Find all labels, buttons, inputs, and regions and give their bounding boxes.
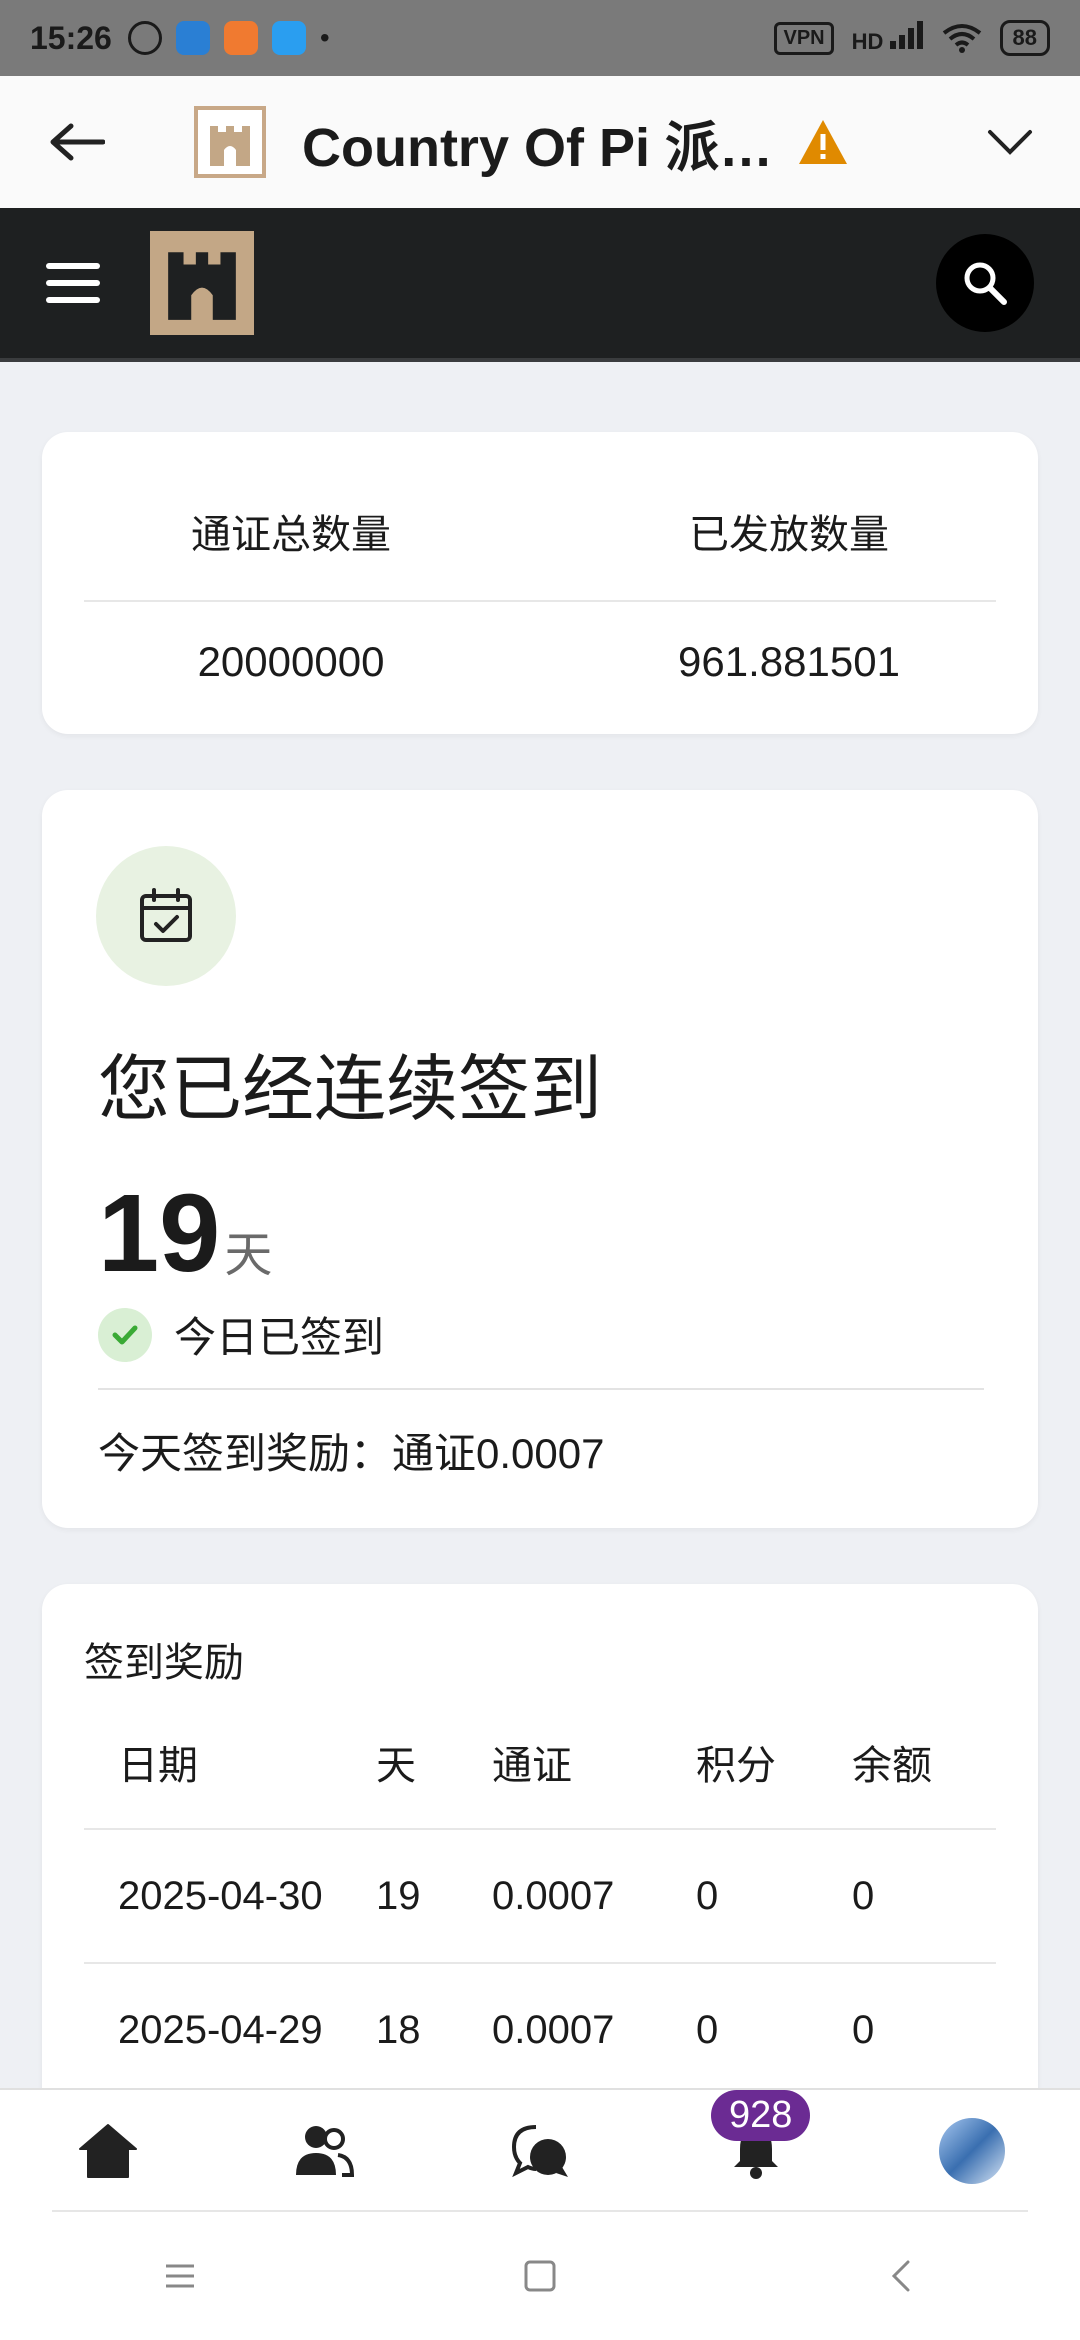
calendar-badge bbox=[96, 846, 236, 986]
back-button[interactable] bbox=[40, 105, 114, 179]
users-icon bbox=[296, 2126, 355, 2177]
table-row: 2025-04-29 18 0.0007 0 0 bbox=[84, 1964, 996, 2098]
search-button[interactable] bbox=[936, 234, 1034, 332]
square-icon bbox=[524, 2260, 556, 2292]
site-header bbox=[0, 208, 1080, 362]
menu-button[interactable] bbox=[46, 263, 100, 303]
total-tokens-value: 20000000 bbox=[197, 638, 385, 685]
home-button[interactable] bbox=[500, 2236, 580, 2316]
checkin-days: 19 天 bbox=[98, 1170, 272, 1297]
search-icon bbox=[964, 262, 1007, 305]
signal-bars-icon bbox=[889, 21, 923, 49]
menu-lines-icon bbox=[166, 2264, 194, 2288]
cell-day: 18 bbox=[376, 2007, 421, 2052]
expand-button[interactable] bbox=[980, 112, 1040, 172]
arrow-left-icon bbox=[50, 123, 105, 161]
cell-day: 19 bbox=[376, 1873, 421, 1918]
castle-logo-icon bbox=[168, 252, 236, 320]
checkin-days-unit: 天 bbox=[224, 1229, 273, 1282]
nav-chat[interactable] bbox=[485, 2096, 595, 2206]
nav-notifications[interactable]: 928 bbox=[701, 2090, 811, 2206]
col-header-day: 天 bbox=[376, 1744, 416, 1788]
recent-apps-button[interactable] bbox=[140, 2236, 220, 2316]
token-stats-card: 通证总数量 已发放数量 20000000 961.881501 bbox=[42, 432, 1038, 734]
col-header-balance: 余额 bbox=[852, 1744, 932, 1788]
wifi-icon bbox=[942, 24, 981, 53]
cell-balance: 0 bbox=[852, 1873, 875, 1918]
checkin-days-count: 19 bbox=[98, 1172, 221, 1295]
app-title: Country Of Pi 派… bbox=[302, 117, 773, 178]
cell-token: 0.0007 bbox=[492, 1873, 615, 1918]
network-type: HD bbox=[851, 29, 884, 54]
divider bbox=[98, 1388, 984, 1390]
menu-line bbox=[46, 280, 100, 286]
message-notification-icon bbox=[271, 21, 306, 55]
rewards-table: 日期 天 通证 积分 余额 2025-04-30 19 0.0007 0 0 2… bbox=[84, 1696, 996, 2098]
nav-home[interactable] bbox=[53, 2096, 163, 2206]
signal-icon: HD bbox=[852, 21, 924, 55]
chat-bubbles-icon bbox=[511, 2125, 568, 2178]
issued-tokens-label: 已发放数量 bbox=[689, 513, 889, 557]
table-header-row: 日期 天 通证 积分 余额 bbox=[84, 1696, 996, 1830]
cell-date: 2025-04-30 bbox=[118, 1873, 323, 1918]
calendar-check-icon bbox=[140, 888, 192, 942]
castle-logo-icon bbox=[210, 126, 250, 166]
checkin-card: 您已经连续签到 19 天 今日已签到 今天签到奖励：通证0.0007 bbox=[42, 790, 1038, 1528]
shop-notification-icon bbox=[223, 21, 258, 55]
checkin-status-text: 今日已签到 bbox=[174, 1314, 385, 1361]
total-tokens-label: 通证总数量 bbox=[191, 513, 391, 557]
cell-token: 0.0007 bbox=[492, 2007, 615, 2052]
home-icon bbox=[79, 2124, 137, 2178]
system-back-button[interactable] bbox=[860, 2236, 940, 2316]
chevron-down-icon bbox=[988, 130, 1032, 155]
cell-date: 2025-04-29 bbox=[118, 2007, 323, 2052]
col-header-token: 通证 bbox=[492, 1744, 572, 1788]
menu-line bbox=[46, 297, 100, 303]
alarm-icon bbox=[127, 21, 162, 55]
check-icon bbox=[98, 1307, 152, 1362]
nav-users[interactable] bbox=[269, 2096, 379, 2206]
divider bbox=[84, 600, 996, 602]
nav-profile[interactable] bbox=[917, 2096, 1027, 2206]
col-header-points: 积分 bbox=[696, 1744, 776, 1788]
cell-balance: 0 bbox=[852, 2007, 875, 2052]
menu-line bbox=[46, 263, 100, 269]
table-row: 2025-04-30 19 0.0007 0 0 bbox=[84, 1830, 996, 1964]
chevron-left-icon bbox=[891, 2260, 910, 2292]
status-bar: 15:26 • VPN HD 88 bbox=[0, 0, 1080, 76]
app-bar: Country Of Pi 派… bbox=[0, 76, 1080, 208]
vpn-indicator: VPN bbox=[774, 21, 834, 55]
checkin-status: 今日已签到 bbox=[98, 1304, 384, 1365]
status-time: 15:26 bbox=[30, 19, 112, 56]
issued-tokens-value: 961.881501 bbox=[678, 638, 900, 685]
notification-count-badge: 928 bbox=[711, 2090, 811, 2141]
more-dot-icon: • bbox=[319, 22, 330, 53]
avatar bbox=[939, 2118, 1005, 2184]
site-logo[interactable] bbox=[150, 231, 254, 335]
app-logo bbox=[194, 106, 266, 178]
bottom-nav: 928 bbox=[0, 2088, 1080, 2212]
warning-icon[interactable] bbox=[797, 116, 849, 168]
cell-points: 0 bbox=[696, 2007, 719, 2052]
app-notification-icon bbox=[175, 21, 210, 55]
battery-indicator: 88 bbox=[999, 20, 1050, 56]
cell-points: 0 bbox=[696, 1873, 719, 1918]
system-nav bbox=[0, 2212, 1080, 2340]
rewards-table-title: 签到奖励 bbox=[84, 1641, 244, 1685]
consecutive-checkin-text: 您已经连续签到 bbox=[98, 1050, 603, 1130]
col-header-date: 日期 bbox=[118, 1744, 198, 1788]
today-reward-text: 今天签到奖励：通证0.0007 bbox=[98, 1430, 605, 1477]
